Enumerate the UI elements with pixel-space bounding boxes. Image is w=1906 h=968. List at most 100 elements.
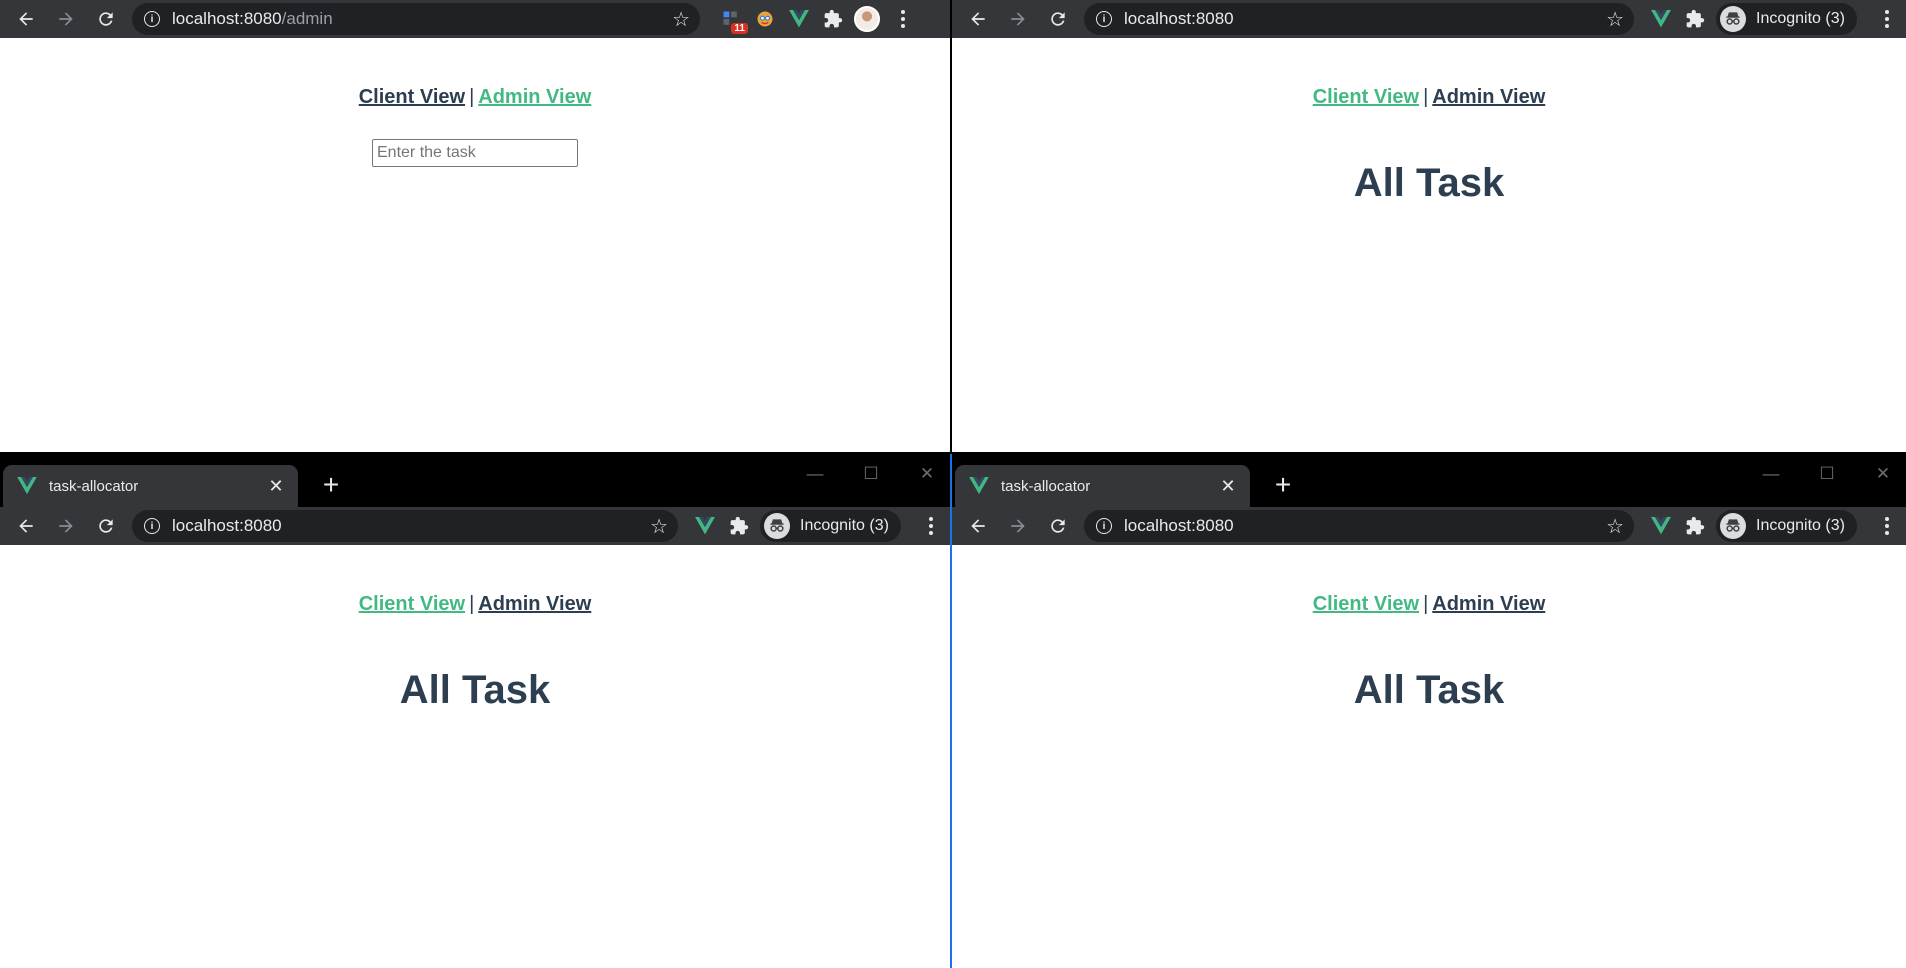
client-view-link[interactable]: Client View — [359, 593, 465, 615]
reload-button[interactable] — [86, 507, 126, 545]
new-tab-button[interactable]: + — [1268, 468, 1298, 502]
forward-button[interactable] — [46, 507, 86, 545]
back-arrow-icon — [16, 9, 36, 29]
forward-button[interactable] — [998, 507, 1038, 545]
client-view-link[interactable]: Client View — [359, 86, 465, 108]
reload-icon — [1048, 516, 1068, 536]
extensions-puzzle-icon[interactable] — [1678, 507, 1712, 545]
nav-separator: | — [1423, 86, 1429, 108]
task-input[interactable] — [372, 139, 578, 167]
close-window-icon[interactable]: ✕ — [912, 464, 942, 484]
tab-title: task-allocator — [1001, 477, 1091, 495]
vue-devtools-icon[interactable] — [688, 507, 722, 545]
tab-task-allocator[interactable]: task-allocator ✕ — [955, 465, 1250, 507]
incognito-chip[interactable]: Incognito (3) — [1716, 3, 1857, 35]
new-tab-button[interactable]: + — [316, 468, 346, 502]
kebab-menu-icon[interactable] — [1874, 507, 1900, 545]
incognito-icon — [1720, 513, 1746, 539]
admin-view-link[interactable]: Admin View — [478, 86, 591, 108]
tab-task-allocator[interactable]: task-allocator ✕ — [3, 465, 298, 507]
back-button[interactable] — [958, 507, 998, 545]
site-info-icon[interactable]: i — [1096, 518, 1112, 534]
all-task-heading: All Task — [1353, 668, 1505, 712]
vue-favicon-icon — [969, 477, 989, 495]
bookmark-star-icon[interactable]: ☆ — [1606, 7, 1624, 32]
address-bar[interactable]: i localhost:8080/admin ☆ — [132, 3, 700, 35]
window-titlebar: task-allocator ✕ + — ☐ ✕ — [952, 454, 1906, 507]
incognito-icon — [764, 513, 790, 539]
incognito-chip[interactable]: Incognito (3) — [760, 510, 901, 542]
forward-button[interactable] — [998, 0, 1038, 38]
bookmark-star-icon[interactable]: ☆ — [1606, 514, 1624, 539]
vue-devtools-icon[interactable] — [1644, 507, 1678, 545]
url-text[interactable]: localhost:8080/admin — [172, 9, 672, 29]
incognito-label: Incognito (3) — [1756, 10, 1845, 27]
minimize-icon[interactable]: — — [800, 464, 830, 484]
browser-window-client-2: task-allocator ✕ + — ☐ ✕ i localhost:808… — [0, 454, 950, 968]
kebab-menu-icon[interactable] — [890, 0, 916, 38]
vue-devtools-icon[interactable] — [1644, 0, 1678, 38]
address-bar[interactable]: i localhost:8080 ☆ — [1084, 3, 1634, 35]
extension-face-icon[interactable] — [748, 0, 782, 38]
all-task-heading: All Task — [1353, 161, 1505, 205]
address-bar[interactable]: i localhost:8080 ☆ — [1084, 510, 1634, 542]
reload-icon — [96, 9, 116, 29]
site-info-icon[interactable]: i — [1096, 11, 1112, 27]
extension-calendar-icon[interactable]: 11 — [714, 0, 748, 38]
vue-devtools-icon[interactable] — [782, 0, 816, 38]
bookmark-star-icon[interactable]: ☆ — [650, 514, 668, 539]
incognito-chip[interactable]: Incognito (3) — [1716, 510, 1857, 542]
browser-window-client-3: task-allocator ✕ + — ☐ ✕ i localhost:808… — [952, 454, 1906, 968]
extensions-puzzle-icon[interactable] — [1678, 0, 1712, 38]
tab-close-icon[interactable]: ✕ — [262, 476, 290, 497]
browser-window-admin: i localhost:8080/admin ☆ 11 Client View |… — [0, 0, 950, 452]
bookmark-star-icon[interactable]: ☆ — [672, 7, 690, 32]
site-info-icon[interactable]: i — [144, 518, 160, 534]
page-content: Client View | Admin View All Task — [952, 38, 1906, 206]
page-content: Client View | Admin View All Task — [0, 545, 950, 713]
admin-view-link[interactable]: Admin View — [478, 593, 591, 615]
site-info-icon[interactable]: i — [144, 11, 160, 27]
profile-avatar[interactable] — [850, 0, 884, 38]
view-nav: Client View | Admin View — [952, 38, 1906, 109]
admin-view-link[interactable]: Admin View — [1432, 593, 1545, 615]
client-view-link[interactable]: Client View — [1313, 86, 1419, 108]
nav-separator: | — [469, 86, 475, 108]
minimize-icon[interactable]: — — [1756, 464, 1786, 484]
maximize-icon[interactable]: ☐ — [1812, 464, 1842, 484]
url-text[interactable]: localhost:8080 — [1124, 9, 1606, 29]
kebab-menu-icon[interactable] — [918, 507, 944, 545]
extension-badge: 11 — [731, 23, 748, 34]
forward-arrow-icon — [1008, 9, 1028, 29]
nav-separator: | — [1423, 593, 1429, 615]
back-button[interactable] — [6, 0, 46, 38]
page-content: Client View | Admin View All Task — [952, 545, 1906, 713]
page-content: Client View | Admin View — [0, 38, 950, 167]
tab-close-icon[interactable]: ✕ — [1214, 476, 1242, 497]
reload-button[interactable] — [1038, 507, 1078, 545]
reload-icon — [96, 516, 116, 536]
reload-button[interactable] — [1038, 0, 1078, 38]
kebab-menu-icon[interactable] — [1874, 0, 1900, 38]
window-titlebar: task-allocator ✕ + — ☐ ✕ — [0, 454, 950, 507]
back-button[interactable] — [958, 0, 998, 38]
url-text[interactable]: localhost:8080 — [172, 516, 650, 536]
reload-button[interactable] — [86, 0, 126, 38]
tab-title: task-allocator — [49, 477, 139, 495]
nav-separator: | — [469, 593, 475, 615]
client-view-link[interactable]: Client View — [1313, 593, 1419, 615]
browser-toolbar: i localhost:8080 ☆ Incognito (3) — [952, 507, 1906, 545]
extensions-puzzle-icon[interactable] — [722, 507, 756, 545]
maximize-icon[interactable]: ☐ — [856, 464, 886, 484]
vue-favicon-icon — [17, 477, 37, 495]
view-nav: Client View | Admin View — [952, 545, 1906, 616]
address-bar[interactable]: i localhost:8080 ☆ — [132, 510, 678, 542]
extensions-puzzle-icon[interactable] — [816, 0, 850, 38]
back-arrow-icon — [16, 516, 36, 536]
url-text[interactable]: localhost:8080 — [1124, 516, 1606, 536]
admin-view-link[interactable]: Admin View — [1432, 86, 1545, 108]
incognito-icon — [1720, 6, 1746, 32]
close-window-icon[interactable]: ✕ — [1868, 464, 1898, 484]
back-button[interactable] — [6, 507, 46, 545]
forward-button[interactable] — [46, 0, 86, 38]
